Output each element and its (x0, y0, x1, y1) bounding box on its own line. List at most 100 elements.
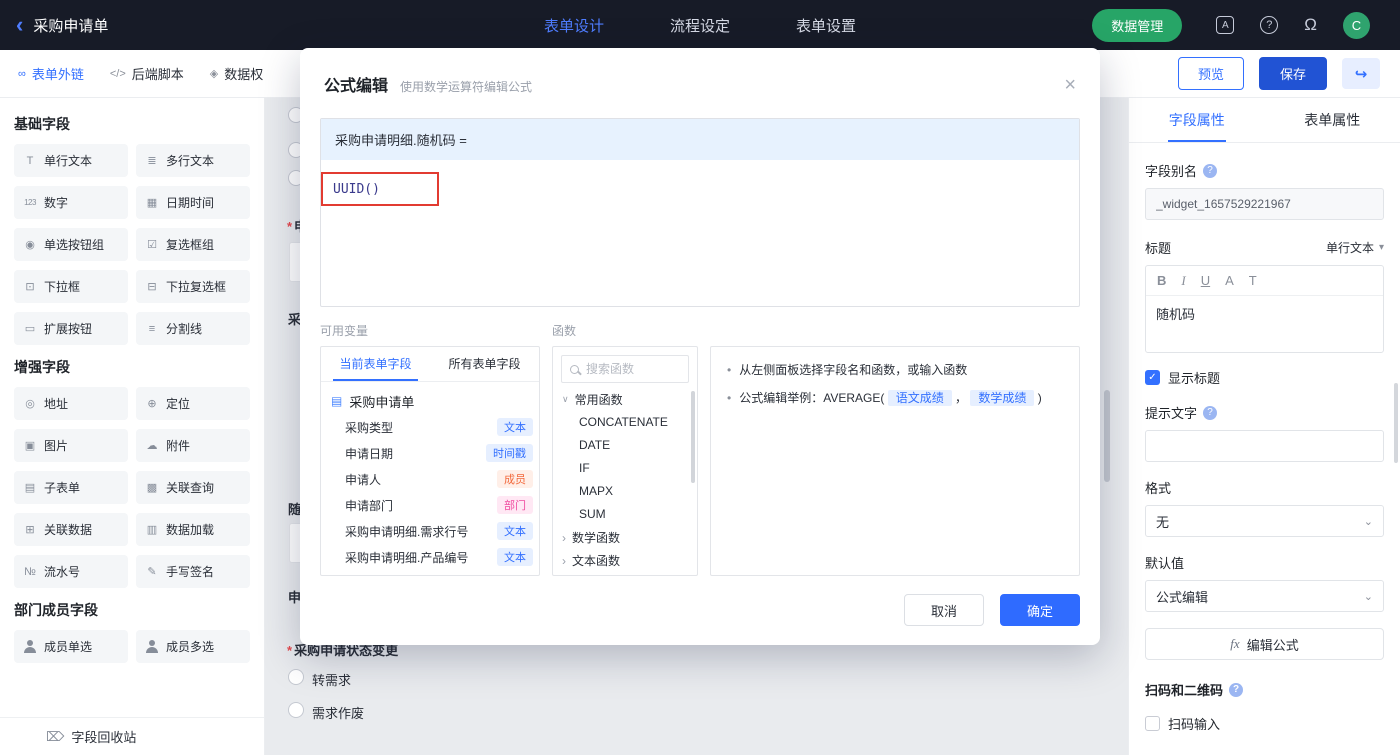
field-address[interactable]: ◎ 地址 (14, 387, 128, 420)
radio-option-label[interactable]: 转需求 (312, 670, 351, 689)
field-radio-group[interactable]: ◉ 单选按钮组 (14, 228, 128, 261)
formula-input-area[interactable]: UUID() (321, 160, 1079, 306)
field-serial-number[interactable]: № 流水号 (14, 555, 128, 588)
share-button[interactable]: ↪ (1342, 58, 1380, 89)
help-icon[interactable]: ? (1203, 163, 1218, 178)
preview-button[interactable]: 预览 (1177, 57, 1244, 90)
field-linked-data[interactable]: ⊞ 关联数据 (14, 513, 128, 546)
variable-row[interactable]: 申请人 成员 (321, 466, 539, 492)
bold-button[interactable]: B (1157, 273, 1166, 288)
scan-input-row[interactable]: 扫码输入 (1145, 714, 1384, 733)
back-icon[interactable]: ‹ (0, 1, 33, 49)
data-manage-button[interactable]: 数据管理 (1092, 8, 1183, 42)
field-divider[interactable]: ≡ 分割线 (136, 312, 250, 345)
widget-type-value: 单行文本 (1325, 241, 1374, 255)
edit-formula-button[interactable]: fx 编辑公式 (1145, 628, 1384, 660)
show-title-row[interactable]: ✓ 显示标题 (1145, 368, 1384, 387)
field-linked-query[interactable]: ▩ 关联查询 (136, 471, 250, 504)
tab-form-properties[interactable]: 表单属性 (1265, 98, 1400, 142)
radio-icon[interactable] (288, 669, 304, 685)
field-checkbox-group[interactable]: ☑ 复选框组 (136, 228, 250, 261)
function-item[interactable]: IF (562, 457, 688, 480)
variable-row[interactable]: 采购类型 文本 (321, 414, 539, 440)
scrollbar[interactable] (1394, 383, 1398, 463)
form-external-link[interactable]: ∞ 表单外链 (18, 64, 84, 83)
confirm-button[interactable]: 确定 (1000, 594, 1080, 626)
data-permission-link[interactable]: ◈ 数据权 (210, 64, 263, 83)
field-multi-line-text[interactable]: ≣ 多行文本 (136, 144, 250, 177)
avatar[interactable]: C (1343, 11, 1370, 39)
title-value-input[interactable]: 随机码 (1146, 296, 1383, 352)
bullet-icon: • (727, 391, 732, 405)
tree-root-form[interactable]: ▤ 采购申请单 (321, 388, 539, 414)
function-group-common[interactable]: ∨ 常用函数 (562, 388, 688, 411)
group-label: 文本函数 (572, 554, 621, 568)
field-data-load[interactable]: ▥ 数据加载 (136, 513, 250, 546)
variable-type-badge: 成员 (497, 470, 533, 488)
tab-current-form-fields[interactable]: 当前表单字段 (321, 347, 430, 381)
widget-type-select[interactable]: 单行文本 ▾ (1326, 239, 1384, 256)
backend-script-link[interactable]: </> 后端脚本 (110, 64, 184, 83)
permission-icon: ◈ (209, 68, 219, 80)
function-search-box[interactable] (561, 355, 689, 383)
italic-button[interactable]: I (1181, 273, 1185, 289)
font-color-button[interactable]: A (1225, 273, 1234, 288)
tab-form-design[interactable]: 表单设计 (544, 15, 604, 36)
format-select[interactable]: 无 ⌄ (1145, 505, 1384, 537)
scrollbar[interactable] (691, 391, 695, 483)
checkbox-checked-icon[interactable]: ✓ (1145, 370, 1160, 385)
function-item[interactable]: DATE (562, 434, 688, 457)
help-icon[interactable]: ? (1203, 405, 1218, 420)
checkbox-unchecked-icon[interactable] (1145, 716, 1160, 731)
field-alias-input[interactable] (1145, 188, 1384, 220)
field-subform[interactable]: ▤ 子表单 (14, 471, 128, 504)
members-icon (144, 640, 160, 653)
field-signature[interactable]: ✎ 手写签名 (136, 555, 250, 588)
variable-row[interactable]: 采购申请明细.产品编号 文本 (321, 544, 539, 570)
tab-field-properties[interactable]: 字段属性 (1129, 98, 1265, 142)
field-location[interactable]: ⊕ 定位 (136, 387, 250, 420)
field-dropdown-multi[interactable]: ⊟ 下拉复选框 (136, 270, 250, 303)
field-number[interactable]: 123 数字 (14, 186, 128, 219)
section-member-fields: 部门成员字段 (14, 602, 98, 618)
field-datetime[interactable]: ▦ 日期时间 (136, 186, 250, 219)
font-size-button[interactable]: T (1249, 273, 1257, 288)
variable-row[interactable]: 申请部门 部门 (321, 492, 539, 518)
close-icon[interactable]: × (1064, 75, 1076, 95)
field-attachment[interactable]: ☁ 附件 (136, 429, 250, 462)
field-image[interactable]: ▣ 图片 (14, 429, 128, 462)
field-recycle-bin[interactable]: ⌦ 字段回收站 (0, 717, 264, 755)
default-value-select[interactable]: 公式编辑 ⌄ (1145, 580, 1384, 612)
field-dropdown[interactable]: ⊡ 下拉框 (14, 270, 128, 303)
function-group-math[interactable]: › 数学函数 (562, 526, 688, 549)
field-single-line-text[interactable]: T 单行文本 (14, 144, 128, 177)
field-member-single[interactable]: 成员单选 (14, 630, 128, 663)
canvas-scrollbar[interactable] (1104, 390, 1110, 482)
underline-button[interactable]: U (1201, 273, 1210, 288)
help-icon[interactable]: ? (1260, 16, 1279, 34)
hint-text-input[interactable] (1145, 430, 1384, 462)
function-item[interactable]: SUM (562, 503, 688, 526)
help-icon[interactable]: ? (1229, 682, 1244, 697)
variable-row[interactable]: 采购申请明细.需求行号 文本 (321, 518, 539, 544)
example-field-tag: 数学成绩 (970, 390, 1035, 406)
radio-icon[interactable] (288, 702, 304, 718)
field-member-multi[interactable]: 成员多选 (136, 630, 250, 663)
field-extend-button[interactable]: ▭ 扩展按钮 (14, 312, 128, 345)
variable-row[interactable]: 申请日期 时间戳 (321, 440, 539, 466)
function-item[interactable]: MAPX (562, 480, 688, 503)
tab-form-settings[interactable]: 表单设置 (796, 15, 856, 36)
function-item[interactable]: CONCATENATE (562, 411, 688, 434)
form-icon: ▤ (331, 394, 343, 408)
tab-all-form-fields[interactable]: 所有表单字段 (430, 347, 539, 381)
tab-process-settings[interactable]: 流程设定 (670, 15, 730, 36)
default-value: 公式编辑 (1156, 589, 1209, 605)
function-search-input[interactable] (586, 362, 666, 376)
bell-icon[interactable]: Ω (1304, 15, 1317, 35)
radio-option-label[interactable]: 需求作废 (312, 703, 364, 722)
cancel-button[interactable]: 取消 (904, 594, 984, 626)
topbar: ‹ 采购申请单 表单设计 流程设定 表单设置 数据管理 A ? Ω C (0, 0, 1400, 50)
save-button[interactable]: 保存 (1258, 57, 1327, 90)
function-group-text[interactable]: › 文本函数 (562, 549, 688, 572)
app-icon[interactable]: A (1216, 16, 1235, 34)
